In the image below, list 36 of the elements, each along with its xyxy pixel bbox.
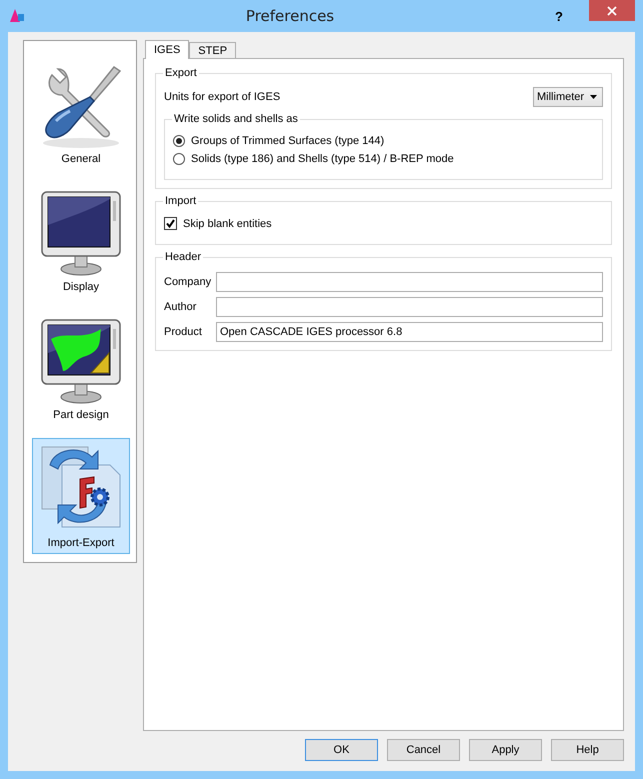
field-label: Author — [164, 301, 198, 313]
dialog-button[interactable]: Help — [551, 739, 624, 761]
tab[interactable]: IGES — [145, 40, 190, 59]
monitor-icon — [39, 189, 123, 277]
input-field[interactable]: Open CASCADE IGES processor 6.8 — [216, 322, 603, 342]
input-field[interactable] — [216, 272, 603, 292]
category-item[interactable]: General — [32, 54, 130, 170]
monitor-shape-icon — [39, 317, 123, 405]
category-item[interactable]: Part design — [32, 310, 130, 426]
units-label: Units for export of IGES — [164, 91, 280, 103]
group-title: Export — [164, 67, 198, 79]
checkbox[interactable] — [164, 217, 177, 230]
close-button[interactable] — [589, 0, 635, 21]
dialog-button[interactable]: Apply — [469, 739, 542, 761]
cone-cube-icon — [9, 8, 25, 24]
radio-button[interactable] — [173, 135, 185, 147]
group-title: Header — [164, 251, 202, 263]
window-title: Preferences — [244, 7, 336, 25]
radio-button[interactable] — [173, 153, 185, 165]
close-icon — [607, 6, 617, 16]
group-title: Write solids and shells as — [173, 113, 299, 125]
checkbox-label: Skip blank entities — [183, 218, 272, 230]
dialog-button[interactable]: Cancel — [387, 739, 460, 761]
field-label: Company — [164, 276, 212, 288]
dialog-button[interactable]: OK — [305, 739, 378, 761]
category-item[interactable]: Display — [32, 182, 130, 298]
field-label: Product — [164, 326, 203, 338]
group-title: Import — [164, 195, 198, 207]
units-dropdown[interactable]: Millimeter — [533, 87, 603, 107]
help-button[interactable]: ? — [555, 8, 563, 24]
option-label: Groups of Trimmed Surfaces (type 144) — [191, 135, 384, 147]
category-item[interactable]: Import-Export — [32, 438, 130, 554]
input-field[interactable] — [216, 297, 603, 317]
option-label: Solids (type 186) and Shells (type 514) / B-REP mode — [191, 153, 454, 165]
tab[interactable]: STEP — [189, 42, 236, 58]
caret-icon — [590, 95, 597, 99]
